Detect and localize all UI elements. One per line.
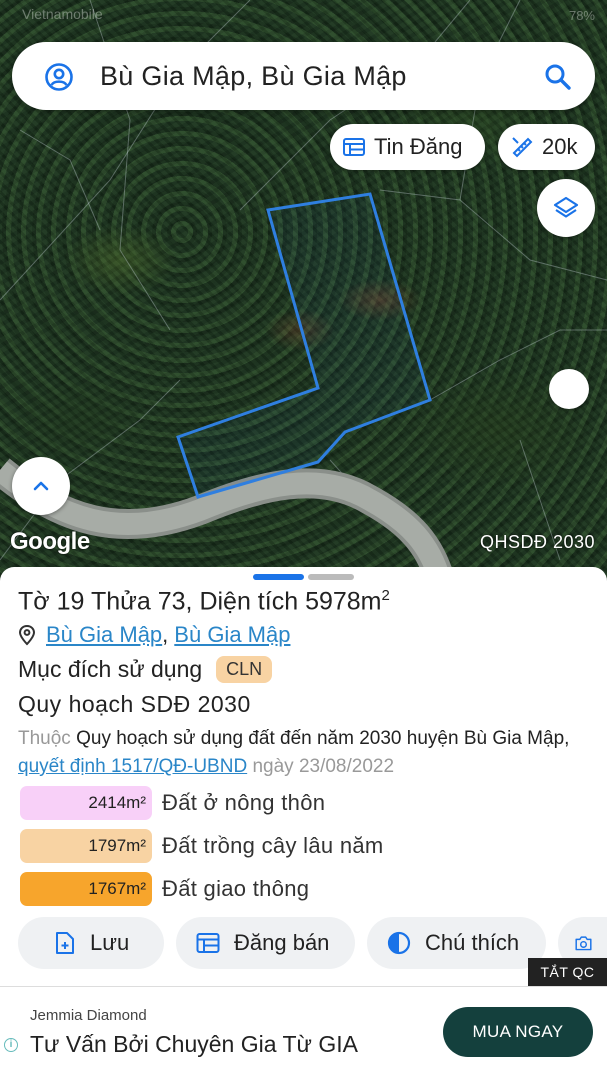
save-button[interactable]: Lưu [18, 917, 164, 969]
map-layer-label: QHSDĐ 2030 [479, 532, 595, 552]
layers-icon [553, 196, 579, 218]
ad-cta-button[interactable]: MUA NGAY [443, 1007, 593, 1057]
parcel-address: Bù Gia Mập, Bù Gia Mập [18, 622, 290, 648]
parcel-info-sheet: Tờ 19 Thửa 73, Diện tích 5978m2 Bù Gia M… [0, 567, 607, 987]
search-icon[interactable] [543, 62, 573, 92]
ad-headline[interactable]: Tư Vấn Bởi Chuyên Gia Từ GIA [30, 1031, 358, 1058]
sheet-page-indicator[interactable] [308, 574, 354, 580]
land-purpose-label: Mục đích sử dụng [18, 656, 203, 682]
layers-button[interactable] [537, 179, 595, 237]
carrier-label: Vietnamobile [22, 6, 103, 22]
account-icon[interactable] [44, 62, 74, 92]
land-purpose-badge: CLN [216, 656, 273, 683]
search-bar[interactable]: Bù Gia Mập, Bù Gia Mập [12, 42, 595, 110]
scale-chip-label: 20k [542, 134, 578, 159]
location-pin-icon [18, 624, 36, 646]
chevron-up-icon [33, 481, 49, 491]
selected-parcel-outline [176, 192, 432, 499]
listing-table-icon [343, 138, 365, 156]
search-location-title[interactable]: Bù Gia Mập, Bù Gia Mập [100, 61, 407, 92]
table-icon [196, 933, 220, 953]
plan-title: Quy hoạch SDĐ 2030 [18, 691, 251, 717]
ad-banner[interactable]: i Jemmia Diamond Tư Vấn Bởi Chuyên Gia T… [0, 986, 607, 1080]
legend-button[interactable]: Chú thích [367, 917, 546, 969]
address-district-link[interactable]: Bù Gia Mập [174, 622, 290, 648]
land-use-label: Đất giao thông [162, 876, 310, 901]
expand-up-button[interactable] [12, 457, 70, 515]
land-purpose-row: Mục đích sử dụng CLN [18, 656, 273, 683]
land-use-row: 1797m² Đất trồng cây lâu năm [20, 829, 384, 863]
land-use-area: 1797m² [20, 829, 152, 863]
land-use-label: Đất trồng cây lâu năm [162, 833, 384, 858]
ad-info-icon[interactable]: i [4, 1038, 18, 1052]
land-use-row: 1767m² Đất giao thông [20, 872, 309, 906]
add-file-icon [56, 932, 74, 954]
plan-description: Thuộc Quy hoạch sử dụng đất đến năm 2030… [18, 728, 570, 777]
land-use-label: Đất ở nông thôn [162, 790, 326, 815]
listings-chip[interactable]: Tin Đăng [330, 124, 485, 170]
parcel-area: 5978m [305, 587, 382, 616]
ad-brand: Jemmia Diamond [30, 1007, 147, 1024]
post-sale-button[interactable]: Đăng bán [176, 917, 355, 969]
address-commune-link[interactable]: Bù Gia Mập [46, 622, 162, 648]
land-use-row: 2414m² Đất ở nông thôn [20, 786, 325, 820]
contrast-icon [387, 931, 411, 955]
land-use-area: 1767m² [20, 872, 152, 906]
land-use-area: 2414m² [20, 786, 152, 820]
scale-chip[interactable]: 20k [498, 124, 595, 170]
legend-button-label: Chú thích [425, 930, 520, 955]
post-sale-button-label: Đăng bán [234, 930, 330, 955]
satellite-map[interactable]: Vietnamobile 78% Bù Gia Mập, Bù Gia Mập … [0, 0, 607, 580]
listings-chip-label: Tin Đăng [374, 134, 463, 159]
plan-decision-link[interactable]: quyết định 1517/QĐ-UBND [18, 756, 247, 777]
measure-ruler-icon [512, 137, 533, 158]
save-button-label: Lưu [90, 930, 130, 955]
map-control-dot-button[interactable] [549, 369, 589, 409]
parcel-title: Tờ 19 Thửa 73, Diện tích 5978m2 [18, 587, 390, 616]
status-bar: Vietnamobile 78% [0, 6, 607, 28]
sheet-page-indicator-active[interactable] [253, 574, 304, 580]
google-logo: Google [10, 528, 90, 555]
add-photo-icon [575, 936, 592, 951]
close-ads-button[interactable]: TẮT QC [528, 958, 607, 986]
battery-label: 78% [568, 8, 595, 23]
